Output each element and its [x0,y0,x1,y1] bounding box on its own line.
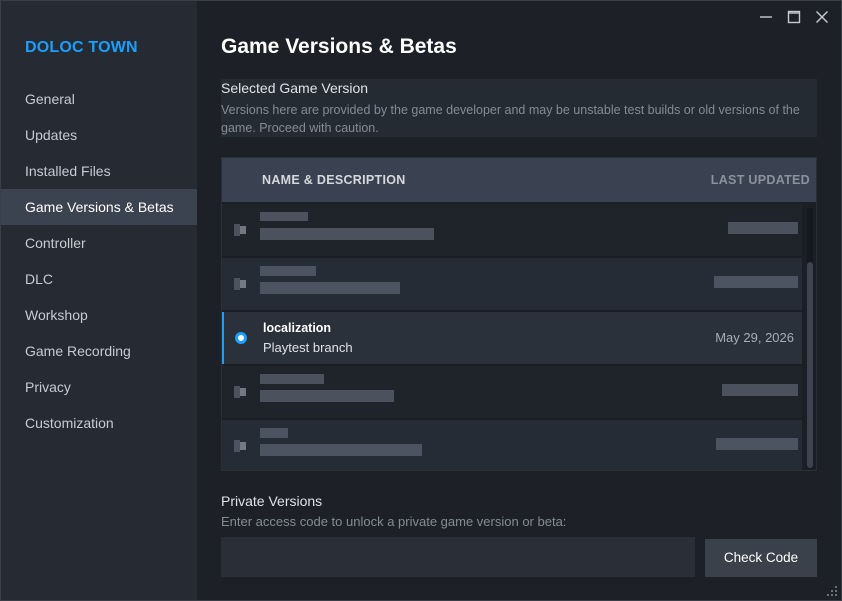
minimize-icon [760,16,772,18]
version-last-updated: May 29, 2026 [715,330,794,345]
redacted-name [260,212,308,221]
check-code-button[interactable]: Check Code [705,539,817,577]
selected-version-heading: Selected Game Version [221,80,369,96]
sidebar-item-dlc[interactable]: DLC [1,261,197,297]
maximize-button[interactable] [783,7,805,27]
redacted-description [260,228,434,240]
version-name: localization [263,321,332,335]
maximize-icon [787,10,801,24]
close-button[interactable] [811,7,833,27]
selected-version-info: Selected Game Version Versions here are … [221,79,817,137]
redacted-name [260,428,288,438]
selected-version-description: Versions here are provided by the game d… [221,103,800,135]
redacted-description [260,390,394,402]
sidebar-item-general[interactable]: General [1,81,197,117]
version-radio[interactable] [234,278,246,290]
page-title: Game Versions & Betas [221,35,457,58]
sidebar-item-controller[interactable]: Controller [1,225,197,261]
versions-list: localization Playtest branch May 29, 202… [222,204,802,470]
app-title: DOLOC TOWN [25,39,138,56]
redacted-date [722,384,798,396]
redacted-name [260,374,324,384]
redacted-date [716,438,798,450]
sidebar: DOLOC TOWN General Updates Installed Fil… [1,1,197,600]
properties-window: DOLOC TOWN General Updates Installed Fil… [0,0,842,601]
access-code-input[interactable] [221,537,695,577]
version-row[interactable] [222,204,802,256]
close-icon [816,11,828,23]
column-header-name: NAME & DESCRIPTION [262,173,406,187]
private-versions-description: Enter access code to unlock a private ga… [221,514,567,529]
version-description: Playtest branch [263,340,353,355]
redacted-date [714,276,798,288]
redacted-description [260,282,400,294]
resize-grip-icon[interactable] [825,584,839,598]
scrollbar-thumb[interactable] [807,262,813,468]
version-row[interactable] [222,420,802,470]
version-radio[interactable] [234,224,246,236]
redacted-name [260,266,316,276]
radio-selected-icon[interactable] [235,332,247,344]
sidebar-item-updates[interactable]: Updates [1,117,197,153]
column-header-last-updated: LAST UPDATED [710,173,810,187]
sidebar-item-privacy[interactable]: Privacy [1,369,197,405]
minimize-button[interactable] [755,7,777,27]
sidebar-nav: General Updates Installed Files Game Ver… [1,81,197,441]
sidebar-item-installed-files[interactable]: Installed Files [1,153,197,189]
version-radio[interactable] [234,440,246,452]
window-controls [755,7,833,27]
table-header: NAME & DESCRIPTION LAST UPDATED [222,158,816,202]
version-radio[interactable] [234,386,246,398]
main-panel: Game Versions & Betas Selected Game Vers… [197,1,841,600]
sidebar-item-game-versions-betas[interactable]: Game Versions & Betas [1,189,197,225]
version-row-selected[interactable]: localization Playtest branch May 29, 202… [222,312,802,364]
sidebar-item-workshop[interactable]: Workshop [1,297,197,333]
version-row[interactable] [222,366,802,418]
redacted-date [728,222,798,234]
version-row[interactable] [222,258,802,310]
versions-scrollbar[interactable] [807,208,813,468]
versions-table: NAME & DESCRIPTION LAST UPDATED localiza… [221,157,817,471]
sidebar-item-customization[interactable]: Customization [1,405,197,441]
redacted-description [260,444,422,456]
sidebar-item-game-recording[interactable]: Game Recording [1,333,197,369]
private-versions-heading: Private Versions [221,493,323,509]
